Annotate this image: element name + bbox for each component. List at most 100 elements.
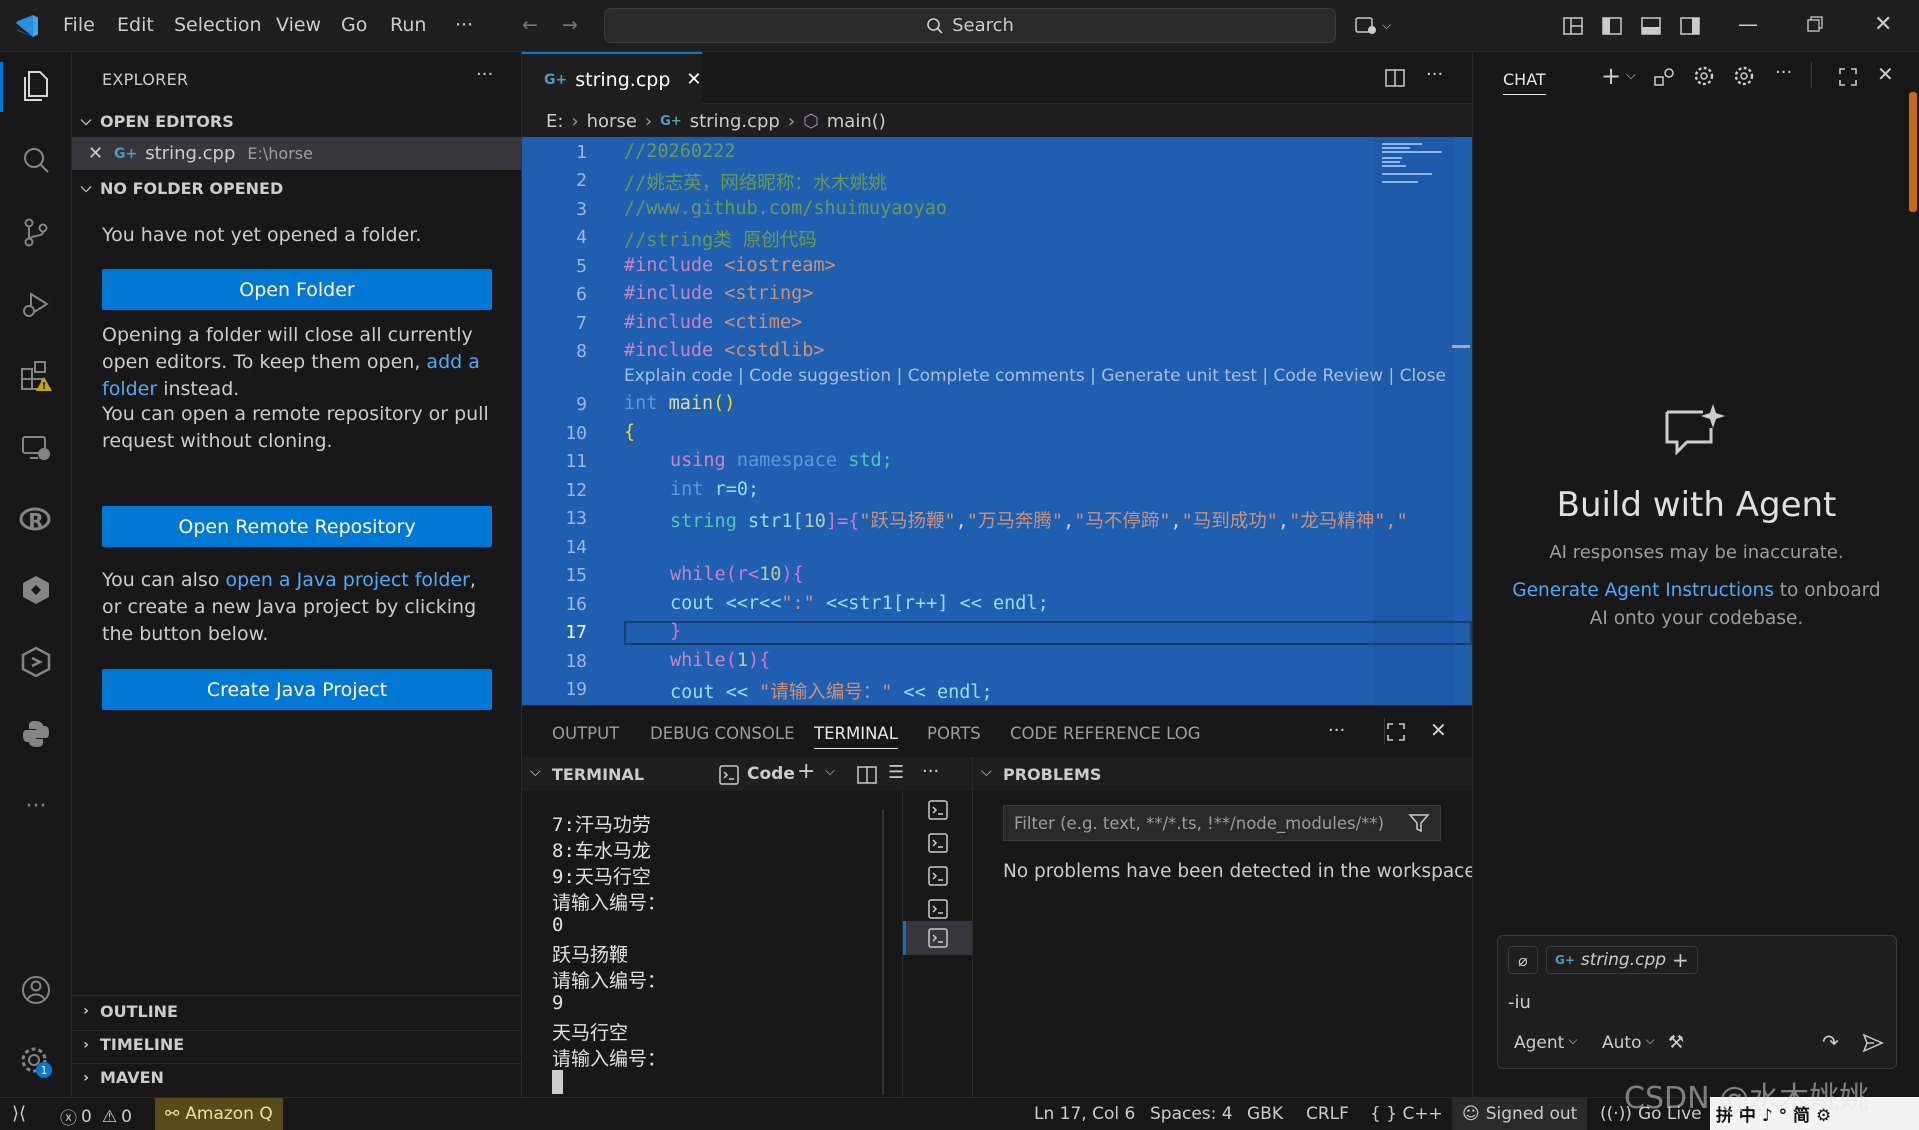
more-views-icon[interactable]: ··· — [16, 786, 56, 826]
accounts-icon[interactable] — [16, 970, 56, 1010]
close-window-icon[interactable]: ✕ — [1874, 12, 1892, 37]
toggle-secondary-sidebar-icon[interactable] — [1679, 15, 1701, 37]
panel-more-icon[interactable]: ··· — [1328, 720, 1345, 741]
problems-filter-input[interactable]: Filter (e.g. text, **/*.ts, !**/node_mod… — [1003, 805, 1441, 841]
command-center-search[interactable]: Search — [604, 8, 1336, 43]
code-lens-actions[interactable]: Explain code | Code suggestion | Complet… — [624, 366, 1446, 386]
tab-output[interactable]: OUTPUT — [552, 724, 619, 743]
editor-more-icon[interactable]: ··· — [1426, 64, 1443, 85]
tab-code-reference-log[interactable]: CODE REFERENCE LOG — [1010, 724, 1201, 743]
outline-section[interactable]: › OUTLINE — [72, 997, 522, 1025]
terminal-instance-icon[interactable] — [927, 832, 949, 854]
terminal-instance-icon[interactable] — [927, 898, 949, 920]
cursor-position[interactable]: Ln 17, Col 6 — [1034, 1104, 1135, 1124]
clear-terminal-icon[interactable]: ☰ — [888, 762, 904, 783]
chat-input-field[interactable]: -iu — [1508, 992, 1531, 1013]
tab-terminal[interactable]: TERMINAL — [814, 724, 898, 749]
chat-input-box[interactable]: ⌀ G+ string.cpp + -iu Agent ⌵ Auto ⌵ ⚒ ↷ — [1497, 935, 1897, 1069]
create-java-project-button[interactable]: Create Java Project — [102, 669, 492, 710]
new-terminal-icon[interactable]: + — [797, 759, 815, 784]
chat-scrollbar[interactable] — [1909, 92, 1917, 212]
open-editor-item[interactable]: ✕ G+ string.cpp E:\horse — [72, 137, 522, 170]
forward-arrow-icon[interactable]: → — [562, 14, 578, 36]
menu-view[interactable]: View — [276, 14, 321, 36]
testing-icon[interactable] — [16, 570, 56, 610]
remote-explorer-icon[interactable] — [16, 428, 56, 468]
indentation[interactable]: Spaces: 4 — [1150, 1104, 1233, 1124]
open-folder-button[interactable]: Open Folder — [102, 269, 492, 310]
model-picker[interactable]: Auto ⌵ — [1602, 1033, 1655, 1053]
tools-icon[interactable]: ⚒ — [1668, 1032, 1684, 1053]
minimize-icon[interactable]: — — [1738, 12, 1758, 36]
context-file-chip[interactable]: G+ string.cpp + — [1546, 946, 1698, 974]
menu-selection[interactable]: Selection — [174, 14, 262, 36]
extensions-icon[interactable]: ! — [16, 356, 56, 396]
close-chat-icon[interactable]: ✕ — [1877, 62, 1894, 86]
chevron-down-icon[interactable]: ⌵ — [530, 764, 541, 780]
search-icon[interactable] — [16, 140, 56, 180]
split-editor-icon[interactable] — [1384, 67, 1406, 89]
mode-picker[interactable]: Agent ⌵ — [1514, 1033, 1577, 1053]
menu-run[interactable]: Run — [390, 14, 426, 36]
attach-context-icon[interactable]: ⌀ — [1508, 946, 1538, 974]
run-debug-icon[interactable] — [16, 284, 56, 324]
chat-title[interactable]: CHAT — [1503, 70, 1546, 95]
menu-go[interactable]: Go — [341, 14, 367, 36]
terminal-instance-icon[interactable] — [927, 865, 949, 887]
copilot-menu-button[interactable]: ⌵ — [1354, 14, 1391, 36]
send-icon[interactable] — [1862, 1032, 1884, 1054]
terminal-profile-label[interactable]: Code — [747, 764, 795, 784]
back-arrow-icon[interactable]: ← — [522, 14, 538, 36]
customize-layout-icon[interactable] — [1562, 15, 1584, 37]
chat-history-icon[interactable] — [1653, 66, 1675, 88]
toggle-panel-icon[interactable] — [1640, 15, 1662, 37]
chevron-down-icon[interactable]: ⌵ — [1626, 68, 1636, 83]
terminal-scrollbar[interactable] — [882, 810, 884, 1095]
open-java-project-link[interactable]: open a Java project folder — [225, 569, 469, 591]
close-tab-icon[interactable]: ✕ — [686, 69, 701, 90]
toggle-primary-sidebar-icon[interactable] — [1601, 15, 1623, 37]
breadcrumb-drive[interactable]: E: — [546, 111, 563, 132]
explorer-more-icon[interactable]: ··· — [476, 64, 493, 85]
filter-icon[interactable] — [1408, 812, 1430, 834]
close-icon[interactable]: ✕ — [88, 143, 114, 164]
kubernetes-icon[interactable] — [16, 642, 56, 682]
maximize-panel-icon[interactable] — [1386, 722, 1406, 742]
amazon-q-status[interactable]: ⚯ Amazon Q — [155, 1098, 283, 1130]
chevron-down-icon[interactable]: ⌵ — [981, 764, 992, 780]
restore-icon[interactable] — [1806, 15, 1824, 33]
no-folder-section[interactable]: ⌵ NO FOLDER OPENED — [72, 174, 522, 202]
tab-ports[interactable]: PORTS — [927, 724, 981, 743]
remote-indicator-icon[interactable]: ⟩⟨ — [12, 1103, 26, 1124]
terminal-more-icon[interactable]: ··· — [922, 761, 939, 782]
signed-out-status[interactable]: ☺ Signed out — [1452, 1098, 1588, 1130]
minimap[interactable] — [1374, 137, 1454, 705]
generate-agent-instructions-link[interactable]: Generate Agent Instructions — [1512, 580, 1774, 601]
tab-string-cpp[interactable]: G+ string.cpp ✕ — [522, 52, 702, 105]
source-control-icon[interactable] — [16, 212, 56, 252]
encoding[interactable]: GBK — [1247, 1104, 1283, 1124]
chat-more-icon[interactable]: ··· — [1775, 62, 1792, 83]
terminal-instance-icon[interactable] — [927, 799, 949, 821]
timeline-section[interactable]: › TIMELINE — [72, 1030, 522, 1058]
r-language-icon[interactable]: R — [16, 500, 56, 540]
end-of-line[interactable]: CRLF — [1306, 1104, 1349, 1124]
new-chat-icon[interactable]: + — [1601, 62, 1621, 90]
menu-edit[interactable]: Edit — [117, 14, 154, 36]
tab-debug-console[interactable]: DEBUG CONSOLE — [650, 724, 795, 743]
open-remote-repository-button[interactable]: Open Remote Repository — [102, 506, 492, 547]
menu-file[interactable]: File — [63, 14, 95, 36]
add-context-icon[interactable]: + — [1672, 948, 1689, 972]
code-editor[interactable] — [522, 137, 1472, 705]
terminal-instance-active[interactable] — [903, 921, 973, 955]
language-mode[interactable]: { } C++ — [1370, 1104, 1443, 1124]
open-editors-section[interactable]: ⌵ OPEN EDITORS — [72, 107, 522, 135]
breadcrumb-folder[interactable]: horse — [587, 111, 637, 132]
python-icon[interactable] — [16, 714, 56, 754]
split-terminal-icon[interactable] — [856, 764, 878, 786]
chevron-down-icon[interactable]: ⌵ — [825, 764, 835, 779]
explorer-icon[interactable] — [16, 66, 56, 106]
manage-gear-icon[interactable]: 1 — [16, 1042, 56, 1082]
breadcrumb-file[interactable]: string.cpp — [690, 111, 780, 132]
gear-icon[interactable] — [1733, 65, 1755, 87]
